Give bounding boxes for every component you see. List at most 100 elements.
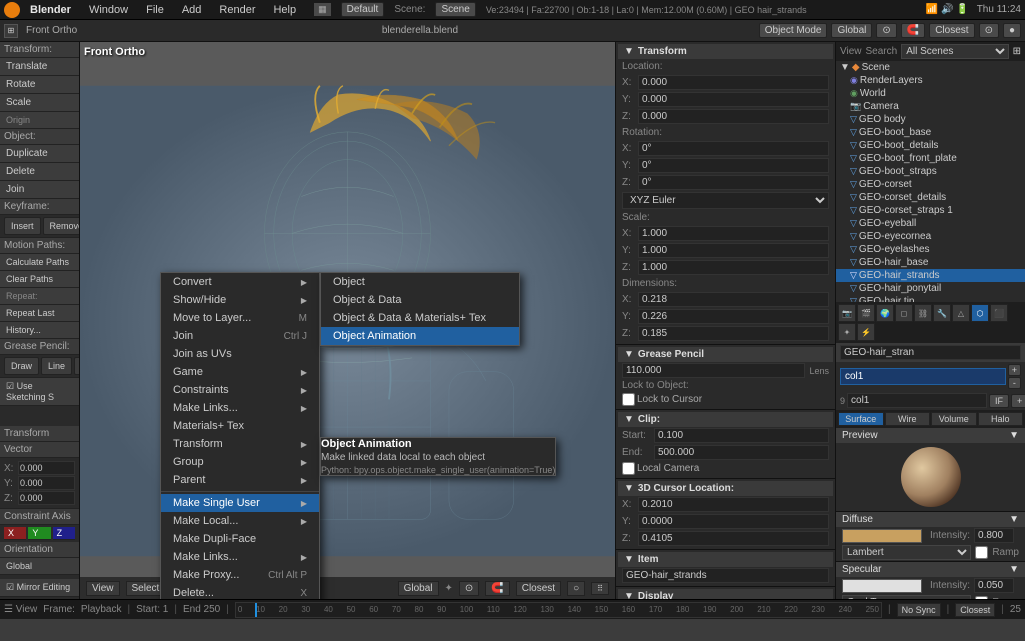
remove-btn[interactable]: Remove <box>43 217 80 235</box>
ctx-make-links[interactable]: Make Links... <box>161 399 319 417</box>
vector-x-input[interactable] <box>18 461 75 475</box>
lock-cursor-check[interactable] <box>622 393 635 406</box>
outliner-renderlayers[interactable]: ◉ RenderLayers <box>836 74 1025 87</box>
ctx-make-dupli-face[interactable]: Make Dupli-Face <box>161 530 319 548</box>
ctx-group[interactable]: Group <box>161 453 319 471</box>
scenes-dropdown[interactable]: All Scenes <box>901 44 1008 59</box>
scale-z-input[interactable] <box>638 260 829 275</box>
playhead[interactable] <box>255 603 257 617</box>
prop-tab-data[interactable]: △ <box>952 304 970 322</box>
ctx-make-proxy[interactable]: Make Proxy... Ctrl Alt P <box>161 566 319 584</box>
clip-start-input[interactable] <box>654 428 829 443</box>
timeline-strip[interactable]: 0 10 20 30 40 50 60 70 80 90 100 110 120… <box>235 602 882 618</box>
rotation-z-input[interactable] <box>638 175 829 190</box>
ctx-join[interactable]: Join Ctrl J <box>161 327 319 345</box>
prop-tab-world[interactable]: 🌍 <box>876 304 894 322</box>
display-title[interactable]: ▼ Display <box>618 589 833 599</box>
outliner-geo-body[interactable]: ▽ GEO body <box>836 113 1025 126</box>
prop-tab-modifiers[interactable]: 🔧 <box>933 304 951 322</box>
ctx-make-links2[interactable]: Make Links... <box>161 548 319 566</box>
object-mode-btn[interactable]: Object Mode <box>759 23 828 38</box>
prop-tab-scene[interactable]: 🎬 <box>857 304 875 322</box>
mat-add-btn[interactable]: + <box>1008 364 1021 376</box>
vp-closest-snap-btn[interactable]: Closest <box>516 581 561 596</box>
menu-file[interactable]: File <box>142 4 168 16</box>
clip-title[interactable]: ▼ Clip: <box>618 412 833 427</box>
outliner-hair-base[interactable]: ▽ GEO-hair_base <box>836 256 1025 269</box>
ctx-make-single-user[interactable]: Make Single User <box>161 494 319 512</box>
ctx-make-local[interactable]: Make Local... <box>161 512 319 530</box>
closest-btn2[interactable]: Closest <box>955 603 995 617</box>
prop-tab-particles[interactable]: ✦ <box>838 323 856 341</box>
specular-shader-select[interactable]: CookTorr <box>842 595 971 599</box>
origin-btn[interactable]: Origin <box>0 112 79 129</box>
dim-y-input[interactable] <box>638 309 829 324</box>
specular-title[interactable]: Specular ▼ <box>836 562 1025 577</box>
ctx-constraints[interactable]: Constraints <box>161 381 319 399</box>
ctx-parent[interactable]: Parent <box>161 471 319 489</box>
outliner-camera[interactable]: 📷 Camera <box>836 100 1025 113</box>
outliner-hair-ponytail[interactable]: ▽ GEO-hair_ponytail <box>836 282 1025 295</box>
outliner-corset-straps[interactable]: ▽ GEO-corset_straps 1 <box>836 204 1025 217</box>
outliner-boot-straps[interactable]: ▽ GEO-boot_straps <box>836 165 1025 178</box>
clip-end-input[interactable] <box>654 445 829 460</box>
menu-window[interactable]: Window <box>85 4 132 16</box>
proportional-btn[interactable]: ⊙ <box>979 23 999 38</box>
outliner-scene[interactable]: ▼ ◆ Scene <box>836 61 1025 74</box>
draw-btn[interactable]: Draw <box>4 357 39 375</box>
menu-add[interactable]: Add <box>178 4 206 16</box>
vector-y-input[interactable] <box>18 476 75 490</box>
mat-if-btn[interactable]: IF <box>989 394 1009 408</box>
prop-tab-render[interactable]: 📷 <box>838 304 856 322</box>
outliner-eyelashes[interactable]: ▽ GEO-eyelashes <box>836 243 1025 256</box>
outliner-boot-base[interactable]: ▽ GEO-boot_base <box>836 126 1025 139</box>
outliner-corset[interactable]: ▽ GEO-corset <box>836 178 1025 191</box>
wire-tab[interactable]: Wire <box>885 412 931 426</box>
location-x-input[interactable] <box>638 75 829 90</box>
volume-tab[interactable]: Volume <box>931 412 977 426</box>
duplicate-btn[interactable]: Duplicate <box>0 145 79 163</box>
specular-ramp-check[interactable] <box>975 596 988 599</box>
clear-paths-btn[interactable]: Clear Paths <box>0 271 79 288</box>
submenu-object[interactable]: Object <box>321 273 519 291</box>
ctx-showhide[interactable]: Show/Hide <box>161 291 319 309</box>
pivot-btn[interactable]: ⊙ <box>876 23 896 38</box>
material-col1-input[interactable] <box>847 393 987 408</box>
cursor-y-input[interactable] <box>638 514 829 529</box>
global-btn[interactable]: Global <box>831 23 872 38</box>
material-name-input[interactable] <box>840 345 1021 360</box>
rotation-y-input[interactable] <box>638 158 829 173</box>
axis-x-btn[interactable]: X <box>4 527 26 540</box>
vp-pivot-btn[interactable]: ⊙ <box>459 581 479 596</box>
no-sync-btn[interactable]: No Sync <box>897 603 941 617</box>
diffuse-ramp-check[interactable] <box>975 546 988 559</box>
orientation-global-btn[interactable]: Global <box>0 558 79 575</box>
menu-render[interactable]: Render <box>215 4 259 16</box>
dim-x-input[interactable] <box>638 292 829 307</box>
location-y-input[interactable] <box>638 92 829 107</box>
item-title[interactable]: ▼ Item <box>618 552 833 567</box>
scale-x-input[interactable] <box>638 226 829 241</box>
sketching-btn[interactable]: ☑ Use Sketching S <box>0 378 79 406</box>
outliner-corset-details[interactable]: ▽ GEO-corset_details <box>836 191 1025 204</box>
item-name-input[interactable]: GEO-hair_strands <box>622 568 829 583</box>
layout-dropdown[interactable]: Default <box>341 2 385 17</box>
vp-view-btn[interactable]: View <box>86 581 120 596</box>
mat-plus-btn[interactable]: + <box>1011 394 1025 408</box>
specular-color-swatch[interactable] <box>842 579 922 593</box>
rotation-x-input[interactable] <box>638 141 829 156</box>
ctx-game[interactable]: Game <box>161 363 319 381</box>
halo-tab[interactable]: Halo <box>978 412 1024 426</box>
gp-view-title[interactable]: ▼ Grease Pencil <box>618 347 833 362</box>
diffuse-color-swatch[interactable] <box>842 529 922 543</box>
cursor-z-input[interactable] <box>638 531 829 546</box>
outliner-hair-strands[interactable]: ▽ GEO-hair_strands <box>836 269 1025 282</box>
outliner-world[interactable]: ◉ World <box>836 87 1025 100</box>
line-btn[interactable]: Line <box>41 357 72 375</box>
scale-btn[interactable]: Scale <box>0 94 79 112</box>
outliner-eyeball[interactable]: ▽ GEO-eyeball <box>836 217 1025 230</box>
cursor-x-input[interactable] <box>638 497 829 512</box>
prop-tab-materials[interactable]: ⬡ <box>971 304 989 322</box>
lens-input[interactable] <box>622 363 805 378</box>
calc-paths-btn[interactable]: Calculate Paths <box>0 254 79 271</box>
